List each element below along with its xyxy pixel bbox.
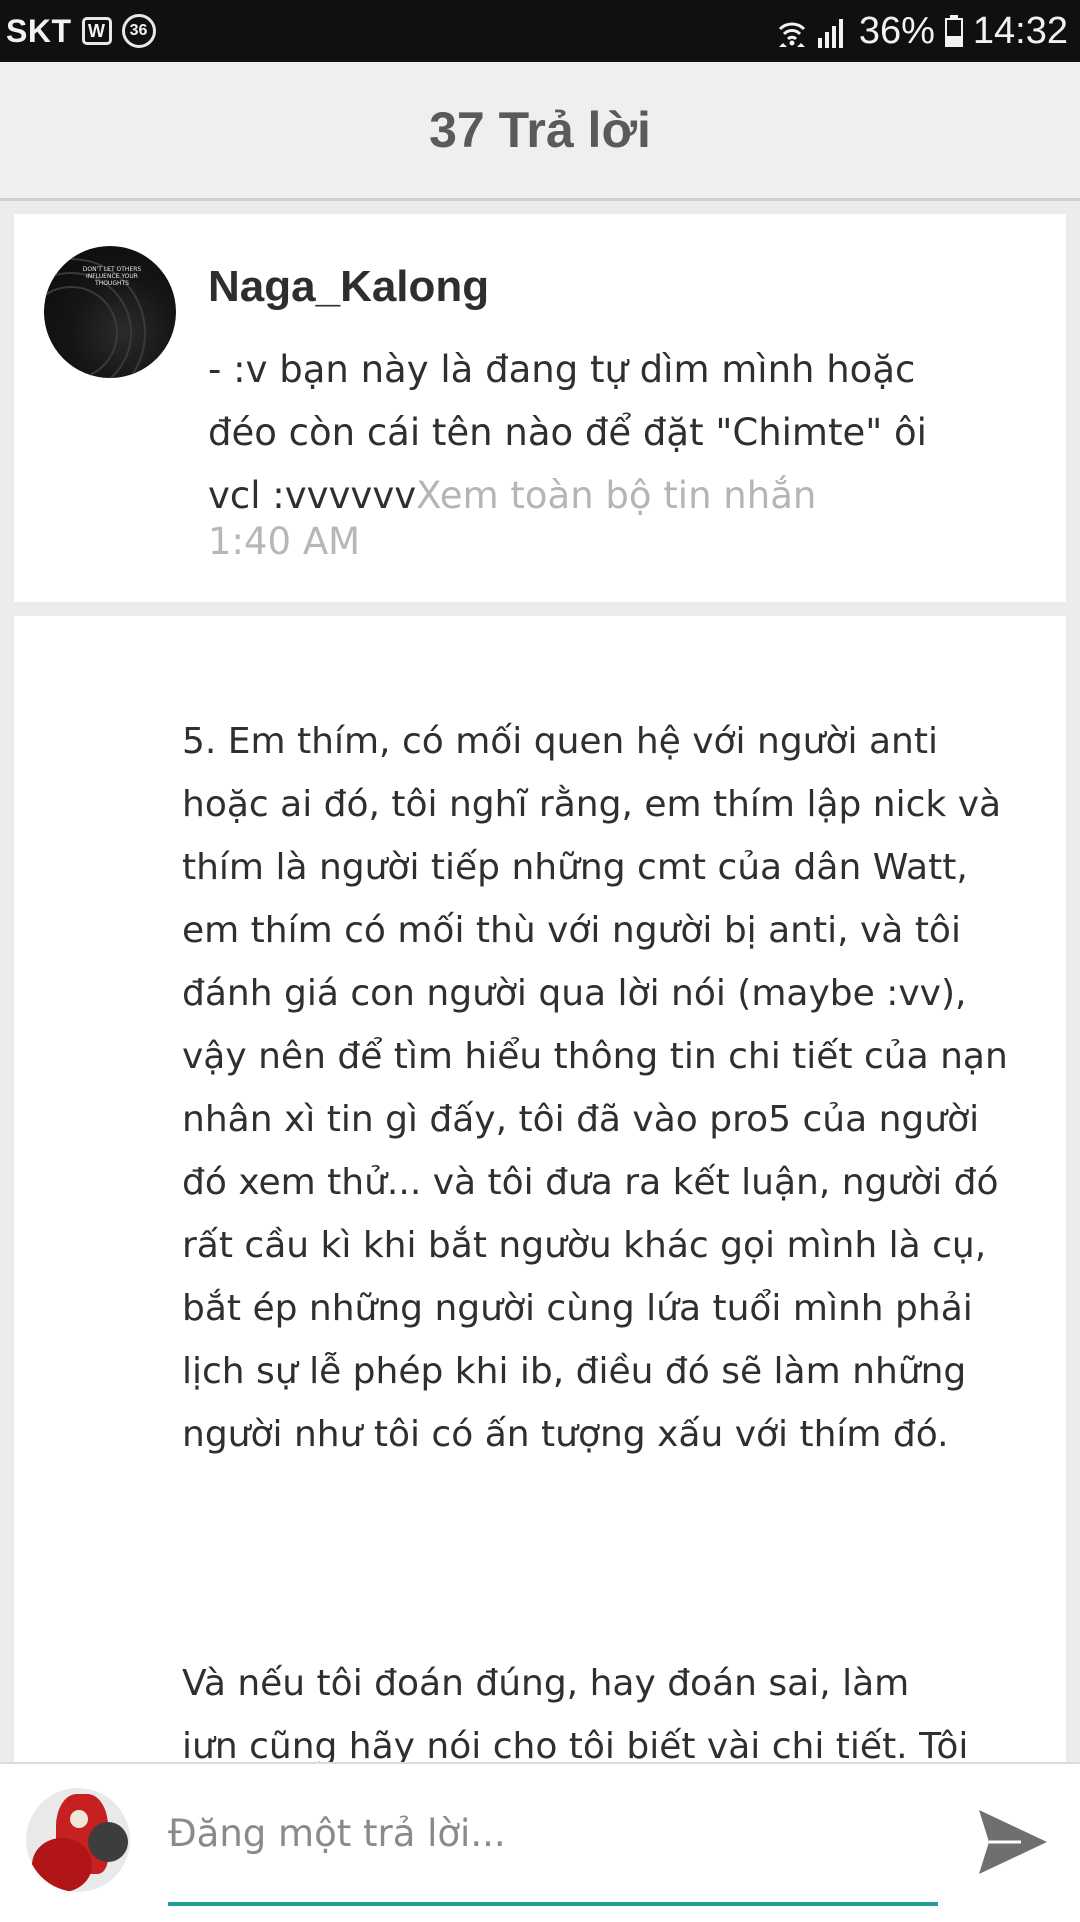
- notification-count-badge: 36: [121, 14, 156, 48]
- current-user-avatar: [26, 1788, 130, 1892]
- signal-icon: [817, 19, 843, 48]
- clock: 14:32: [972, 9, 1068, 52]
- wattpad-app-icon: W: [81, 17, 112, 45]
- see-full-message-link[interactable]: Xem toàn bộ tin nhắn: [416, 474, 816, 517]
- reply-body-card: 5. Em thím, có mối quen hệ với người ant…: [14, 616, 1066, 1766]
- battery-icon: [944, 15, 963, 47]
- body-paragraph: Và nếu tôi đoán đúng, hay đoán sai, làm …: [182, 1663, 969, 1766]
- comment-text: - :v bạn này là đang tự dìm mình hoặc đé…: [208, 338, 1028, 527]
- reply-input[interactable]: [168, 1796, 938, 1870]
- comment-line: - :v bạn này là đang tự dìm mình hoặc: [208, 348, 916, 391]
- status-bar-right: 36% 14:32: [777, 0, 1068, 62]
- send-icon[interactable]: [975, 1806, 1051, 1878]
- page-header: 37 Trả lời: [0, 62, 1080, 201]
- avatar-quote-text: DON'T LET OTHERS INFLUENCE YOUR THOUGHTS: [82, 266, 142, 287]
- carrier-label: SKT: [6, 12, 72, 49]
- comment-timestamp: 1:40 AM: [208, 520, 361, 563]
- wifi-icon: [778, 22, 805, 47]
- reply-input-underline: [168, 1902, 938, 1906]
- commenter-avatar[interactable]: DON'T LET OTHERS INFLUENCE YOUR THOUGHTS: [44, 246, 176, 378]
- comment-line-last: vcl :vvvvvvXem toàn bộ tin nhắn: [208, 464, 1028, 527]
- battery-percent: 36%: [858, 9, 935, 52]
- page-title: 37 Trả lời: [429, 102, 651, 158]
- commenter-name[interactable]: Naga_Kalong: [208, 262, 489, 312]
- parent-comment-card: DON'T LET OTHERS INFLUENCE YOUR THOUGHTS…: [14, 214, 1066, 602]
- body-paragraph: 5. Em thím, có mối quen hệ với người ant…: [182, 721, 1008, 1455]
- status-bar-left: SKT W 36: [6, 0, 156, 62]
- comment-line-end: vcl :vvvvvv: [208, 474, 417, 517]
- comment-line: đéo còn cái tên nào để đặt "Chimte" ôi: [208, 411, 927, 454]
- status-bar: SKT W 36 36% 14:32: [0, 0, 1080, 62]
- reply-bar: [0, 1762, 1080, 1922]
